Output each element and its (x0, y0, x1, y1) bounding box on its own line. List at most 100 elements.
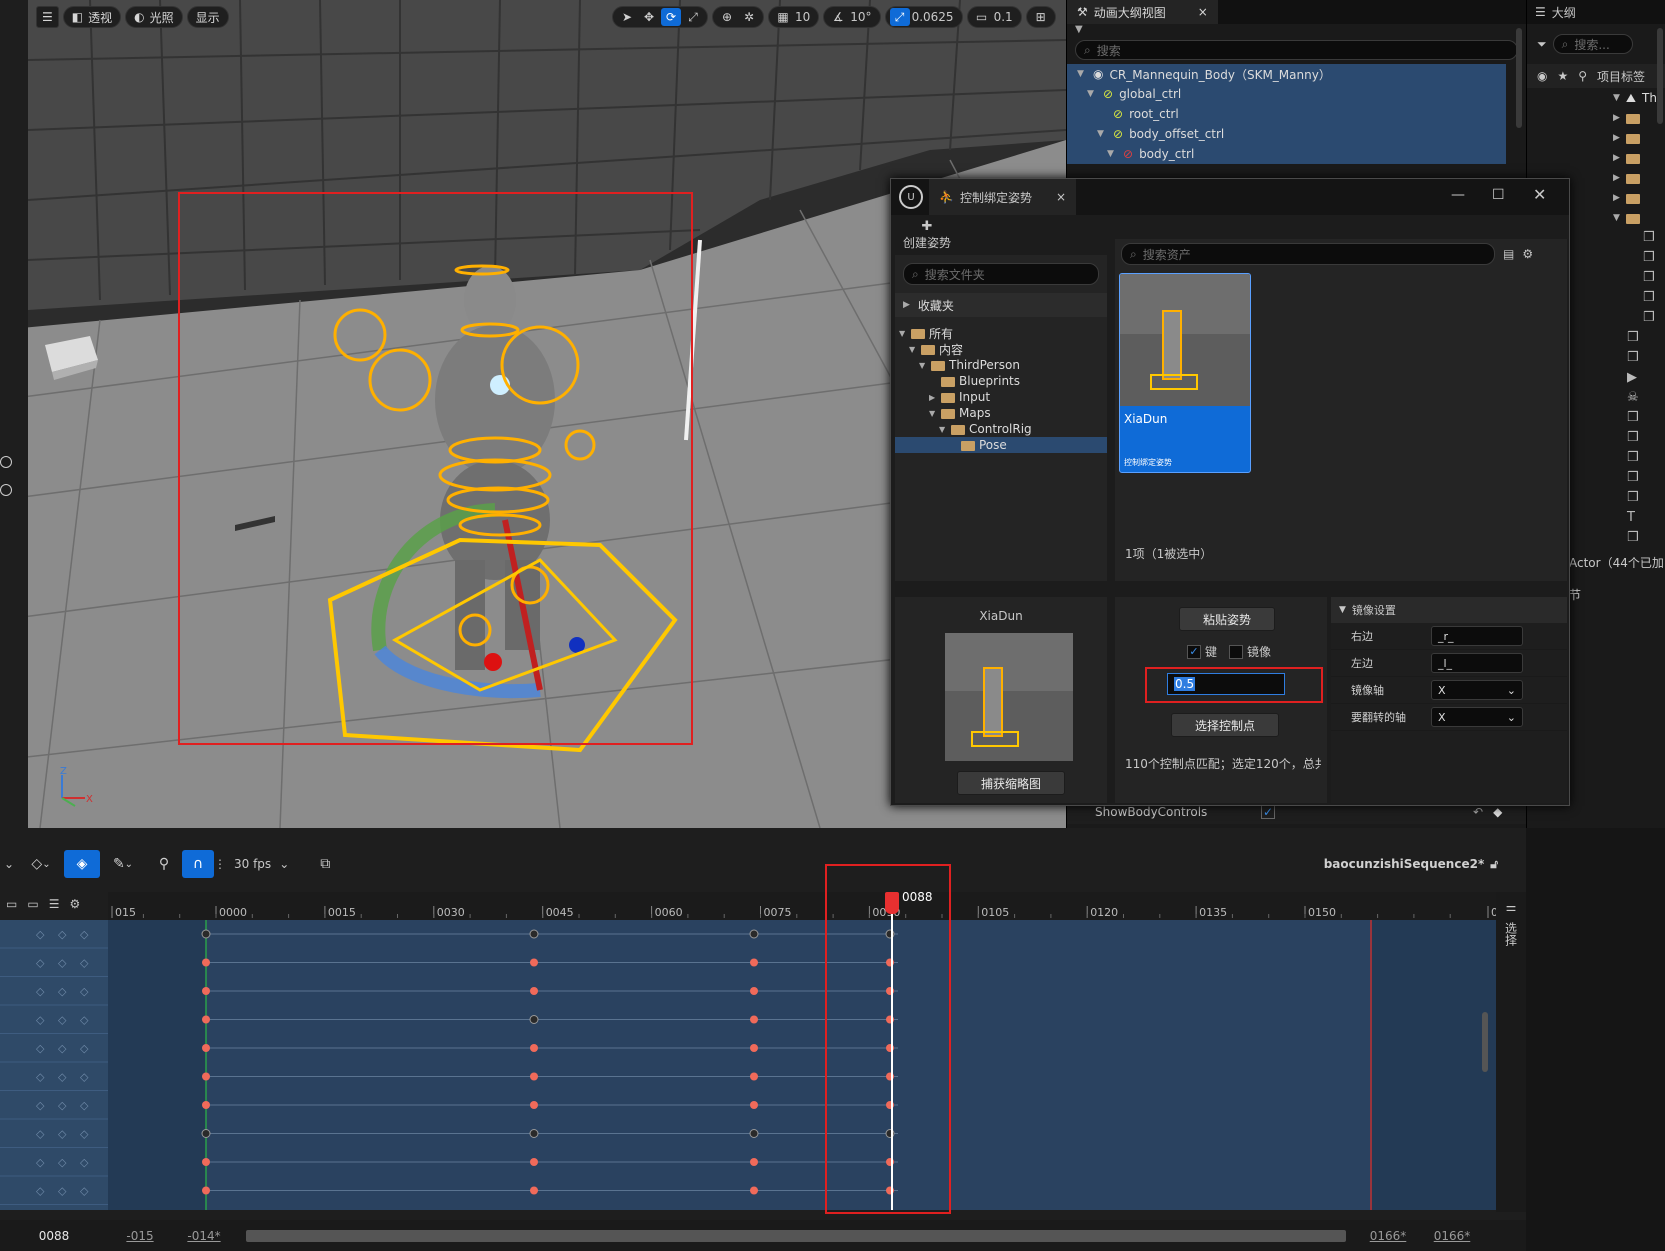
create-pose-button[interactable]: ✚ 创建姿势 (897, 219, 957, 251)
close-icon[interactable]: × (1198, 5, 1208, 19)
reset-arrow-icon[interactable]: ↶ (1473, 805, 1483, 819)
timeline-scrollbar[interactable] (246, 1229, 1346, 1242)
settings-gear-icon[interactable]: ⚙ (1522, 247, 1533, 261)
list-icon[interactable]: ☰ (49, 897, 60, 911)
mirror-checkbox[interactable] (1229, 644, 1244, 659)
playback-start[interactable]: -014* (172, 1229, 236, 1243)
show-button[interactable]: 显示 (186, 6, 229, 28)
key-diamond-dropdown[interactable]: ◇ ⌄ (18, 850, 64, 878)
grid-snap-group[interactable]: ▦ 10 (768, 6, 820, 28)
perspective-button[interactable]: ◧ 透视 (62, 6, 122, 28)
time-ruler[interactable]: 0150000001500300045006000750090010501200… (108, 892, 1498, 920)
tree-item[interactable]: ▼ ⊘ body_offset_ctrl (1067, 124, 1506, 144)
expand-arrow-icon[interactable]: ▼ (1097, 129, 1113, 139)
expand-arrow-icon[interactable]: ▼ (1077, 69, 1093, 79)
scale-icon[interactable]: ⤢ (683, 8, 703, 26)
select-controls-button[interactable]: 选择控制点 (1171, 713, 1279, 737)
expand-icon[interactable]: ▭ (27, 897, 38, 911)
folder-item[interactable]: ▼ ThirdPerson (895, 357, 1107, 373)
maximize-icon[interactable]: ☐ (1492, 187, 1505, 203)
dropdown-arrow-icon[interactable]: ▼ (1067, 24, 1526, 40)
curve-editor-button[interactable]: ⧉ (307, 850, 343, 878)
lock-icon[interactable]: 🔓︎ (1490, 857, 1498, 872)
keyframe-diamond-icon[interactable]: ◆ (1493, 805, 1502, 819)
current-frame-field[interactable]: 0088 (0, 1229, 108, 1243)
scrollbar[interactable] (1516, 28, 1522, 128)
angle-snap-group[interactable]: ∡ 10° (823, 6, 881, 28)
tree-item[interactable]: ⊘ root_ctrl (1067, 104, 1506, 124)
mirror-settings-header[interactable]: ▼ 镜像设置 (1331, 597, 1567, 623)
chevron-down-icon[interactable]: ⌄ (0, 857, 18, 871)
settings-gear-icon[interactable]: ⚙ (69, 897, 80, 911)
world-globe-icon[interactable]: ⊕ (717, 8, 737, 26)
pose-asset-tile[interactable]: XiaDun 控制绑定姿势 (1119, 273, 1251, 473)
view-range-start[interactable]: -015 (108, 1229, 172, 1243)
keyframe-area[interactable] (108, 920, 1496, 1210)
tab-outliner-label[interactable]: 大纲 (1552, 4, 1576, 21)
more-options-icon[interactable]: ⋮ (214, 857, 226, 871)
outliner-search[interactable]: ⌕ 搜索... (1552, 34, 1633, 54)
lit-button[interactable]: ◐ 光照 (125, 6, 183, 28)
minimize-icon[interactable]: — (1451, 187, 1465, 203)
tree-item[interactable]: ▼ ⊘ body_ctrl (1067, 144, 1506, 164)
show-body-controls-checkbox[interactable]: ✓ (1261, 805, 1275, 819)
rotate-icon[interactable]: ⟳ (661, 8, 681, 26)
folder-item[interactable]: ▼ 所有 (895, 325, 1107, 341)
track-key-buttons[interactable]: ◇ ◇ ◇ ◇ ◇ ◇ ◇ ◇ ◇ ◇ ◇ ◇ ◇ ◇ ◇ ◇ ◇ ◇ ◇ ◇ ◇ ◇ ◇ ◇ ◇ ◇ ◇ ◇ ◇ ◇ (0, 920, 108, 1210)
view-range-end[interactable]: 0166* (1420, 1229, 1484, 1243)
folder-item[interactable]: ▶ Input (895, 389, 1107, 405)
playback-end[interactable]: 0166* (1356, 1229, 1420, 1243)
anim-outliner-search[interactable]: ⌕ 搜索 (1075, 40, 1518, 60)
paste-pose-button[interactable]: 粘贴姿势 (1179, 607, 1275, 631)
scrollbar[interactable] (1657, 28, 1663, 124)
tab-anim-outliner[interactable]: ⚒ 动画大纲视图 × (1067, 0, 1218, 24)
expand-arrow-icon[interactable]: ▼ (1087, 89, 1103, 99)
folder-item[interactable]: ▼ ControlRig (895, 421, 1107, 437)
select-arrow-icon[interactable]: ➤ (617, 8, 637, 26)
capture-thumbnail-button[interactable]: 捕获缩略图 (957, 771, 1065, 795)
folder-item[interactable]: ▼ 内容 (895, 341, 1107, 357)
collapse-icon[interactable]: ▭ (6, 897, 17, 911)
key-checkbox[interactable]: ✓ (1187, 644, 1201, 659)
tree-item[interactable]: ▼ ⊘ global_ctrl (1067, 84, 1506, 104)
filter-icon[interactable]: ⏷ (1537, 37, 1547, 52)
expand-arrow-icon[interactable]: ▼ (1613, 93, 1620, 103)
scale-snap-group[interactable]: ⤢ 0.0625 (884, 6, 963, 28)
folder-item[interactable]: ▼ Maps (895, 405, 1107, 421)
star-icon[interactable]: ★ (1557, 69, 1568, 83)
eye-icon[interactable]: ◉ (1093, 67, 1103, 81)
folder-item-selected[interactable]: Pose (895, 437, 1107, 453)
tab-control-rig-pose[interactable]: ⛹ 控制绑定姿势 × (929, 179, 1077, 215)
add-circle-icon[interactable] (0, 484, 12, 496)
fps-dropdown[interactable]: 30 fps ⌄ (234, 857, 289, 871)
pin-icon[interactable]: ⚲ (1578, 69, 1587, 83)
mirror-axis-select[interactable]: X ⌄ (1431, 680, 1523, 700)
side-tab-label[interactable]: 选择 (1503, 922, 1520, 946)
auto-key-button[interactable]: ◈ (64, 850, 100, 878)
flip-axis-select[interactable]: X ⌄ (1431, 707, 1523, 727)
surface-snap-icon[interactable]: ✲ (739, 8, 759, 26)
edit-pencil-dropdown[interactable]: ✎ ⌄ (100, 850, 146, 878)
search-folders-input[interactable]: ⌕ 搜索文件夹 (903, 263, 1099, 285)
search-assets-input[interactable]: ⌕ 搜索资产 (1121, 243, 1495, 265)
add-circle-icon[interactable] (0, 456, 12, 468)
close-icon[interactable]: × (1056, 190, 1066, 204)
scrollbar[interactable] (1482, 1012, 1488, 1072)
eye-icon[interactable]: ◉ (1537, 69, 1547, 83)
favorites-row[interactable]: ▶ 收藏夹 (895, 293, 1107, 317)
marker-pin-button[interactable]: ⚲ (146, 850, 182, 878)
right-suffix-input[interactable]: _r_ (1431, 626, 1523, 646)
expand-arrow-icon[interactable]: ▼ (1107, 149, 1123, 159)
layout-group[interactable]: ⊞ (1025, 6, 1056, 28)
move-icon[interactable]: ✥ (639, 8, 659, 26)
expand-arrow-icon[interactable]: ▶ (903, 300, 910, 310)
tree-item[interactable]: ▼ ◉ CR_Mannequin_Body（SKM_Manny） (1067, 64, 1506, 84)
filter-sliders-icon[interactable]: ⚌ (1496, 900, 1526, 914)
camera-speed-group[interactable]: ▭ 0.1 (966, 6, 1022, 28)
viewport-menu-button[interactable]: ☰ (36, 6, 59, 28)
tree-item[interactable]: ▼ ⛰ Thi (1527, 88, 1665, 108)
folder-view-icon[interactable]: ▤ (1503, 247, 1514, 261)
folder-item[interactable]: Blueprints (895, 373, 1107, 389)
left-suffix-input[interactable]: _l_ (1431, 653, 1523, 673)
snap-magnet-button[interactable]: ∩ (182, 850, 214, 878)
